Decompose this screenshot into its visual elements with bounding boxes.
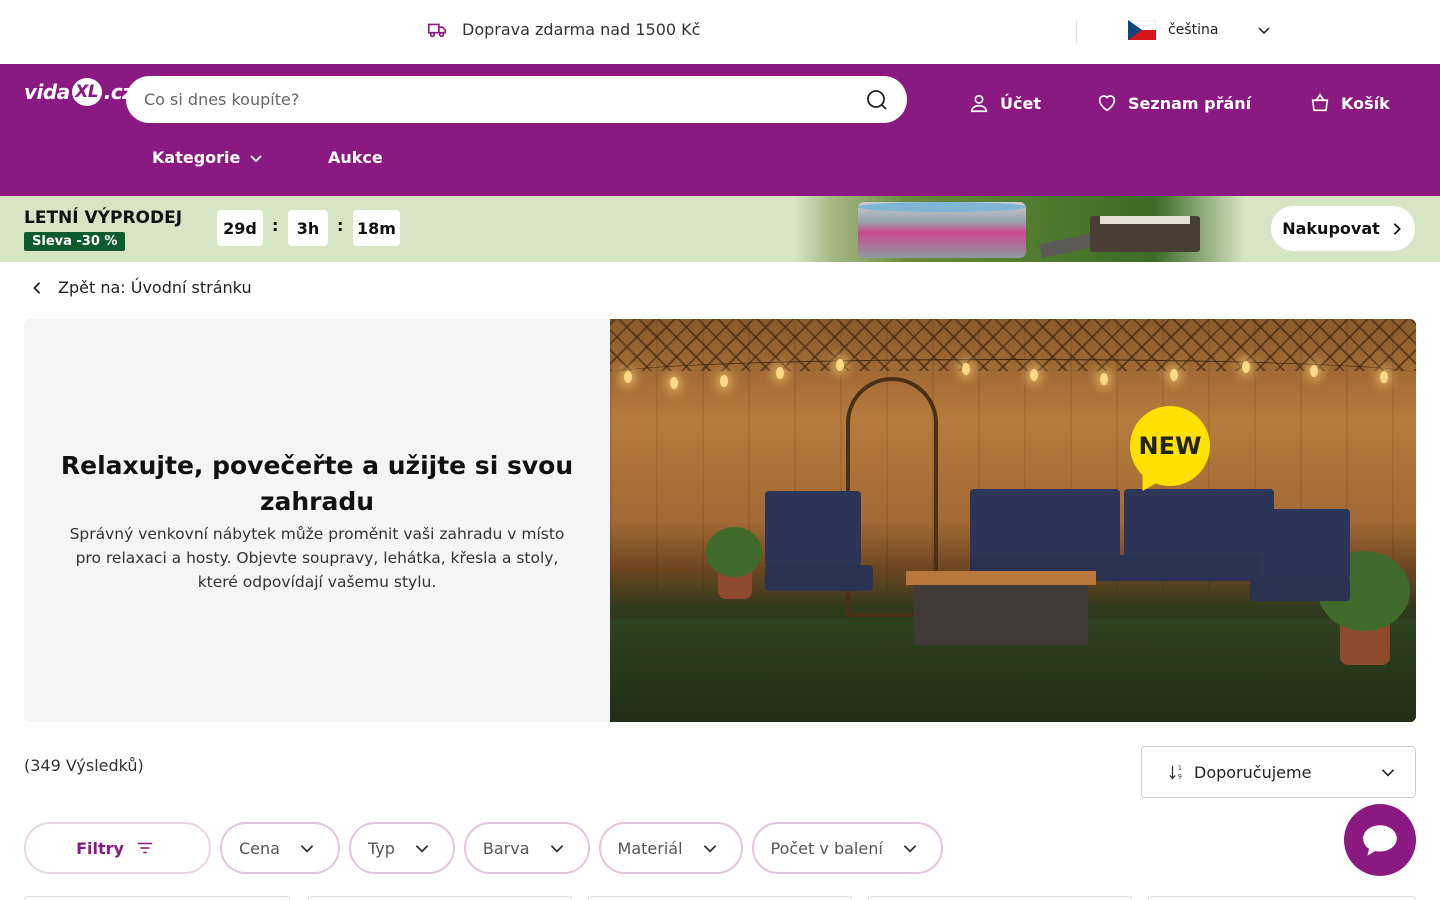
language-selector[interactable]: čeština: [1128, 20, 1272, 40]
product-card[interactable]: [868, 896, 1132, 900]
filter-price-label: Cena: [239, 838, 280, 858]
chevron-down-icon: [1258, 27, 1271, 35]
filter-color-label: Barva: [482, 838, 530, 858]
chevron-down-icon: [1381, 769, 1395, 777]
sort-icon: 19: [1169, 765, 1182, 780]
main-header: vidaXL.cz Účet Seznam přání Košík Katego…: [0, 64, 1440, 196]
search-bar: [126, 76, 907, 123]
chevron-down-icon: [250, 154, 263, 162]
chat-bubble-icon: [1363, 825, 1397, 856]
product-card[interactable]: [588, 896, 852, 900]
hero-garden-image: NEW: [610, 319, 1416, 722]
wishlist-label: Seznam přání: [1128, 93, 1252, 113]
heart-icon: [1098, 95, 1116, 112]
cart-label: Košík: [1341, 93, 1390, 113]
filter-bar: Filtry Cena Typ Barva Materiál Počet v b…: [24, 822, 943, 874]
sort-label: Doporučujeme: [1194, 762, 1312, 782]
filter-material-label: Materiál: [617, 838, 683, 858]
wishlist-link[interactable]: Seznam přání: [1096, 92, 1251, 114]
shopping-basket-icon: [1311, 93, 1329, 112]
product-card[interactable]: [308, 896, 572, 900]
delivery-truck-icon: [427, 23, 447, 38]
category-hero: Relaxujte, povečeřte a užijte si svou za…: [24, 319, 1416, 722]
search-input[interactable]: [144, 90, 865, 109]
hero-heading: Relaxujte, povečeřte a užijte si svou za…: [60, 450, 574, 516]
free-shipping-text: Doprava zdarma nad 1500 Kč: [462, 19, 701, 39]
summer-sale-banner[interactable]: LETNÍ VÝPRODEJ Sleva -30 % 29d : 3h : 18…: [0, 196, 1440, 262]
top-bar: Doprava zdarma nad 1500 Kč čeština: [0, 0, 1440, 64]
chevron-down-icon: [300, 845, 314, 853]
cart-link[interactable]: Košík: [1309, 92, 1390, 114]
product-card[interactable]: [24, 896, 290, 900]
chat-button[interactable]: [1344, 804, 1416, 876]
back-to-home-link[interactable]: Zpět na: Úvodní stránku: [30, 278, 252, 297]
promo-dining-set-image: [1090, 216, 1200, 252]
countdown-days: 29d: [217, 210, 263, 246]
chevron-right-icon: [1393, 222, 1401, 235]
results-count: (349 Výsledků): [24, 756, 144, 775]
vidaxl-logo[interactable]: vida XL .cz: [24, 78, 134, 106]
divider: [1076, 20, 1077, 44]
chevron-left-icon: [33, 281, 41, 294]
filters-label: Filtry: [76, 838, 124, 858]
account-label: Účet: [1000, 93, 1041, 113]
back-link-label: Zpět na: Úvodní stránku: [58, 278, 252, 297]
product-grid: [24, 896, 1416, 900]
filter-type-label: Typ: [367, 838, 395, 858]
free-shipping-notice: Doprava zdarma nad 1500 Kč: [426, 18, 700, 40]
nav-auctions[interactable]: Aukce: [328, 148, 383, 167]
czech-flag-icon: [1128, 20, 1156, 40]
filter-material[interactable]: Materiál: [598, 822, 743, 874]
svg-text:1: 1: [1178, 765, 1182, 772]
countdown-separator: :: [337, 216, 344, 235]
countdown-minutes: 18m: [353, 210, 400, 246]
filter-type[interactable]: Typ: [348, 822, 455, 874]
promo-pool-image: [858, 202, 1026, 258]
svg-text:9: 9: [1178, 773, 1182, 780]
chevron-down-icon: [703, 845, 716, 853]
hero-description: Správný venkovní nábytek může proměnit v…: [69, 524, 565, 591]
chevron-down-icon: [903, 845, 917, 853]
language-label: čeština: [1168, 22, 1219, 38]
nav-categories-label: Kategorie: [152, 148, 241, 167]
user-icon: [970, 94, 988, 113]
nav-categories[interactable]: Kategorie: [152, 148, 264, 167]
countdown-separator: :: [272, 216, 279, 235]
countdown-hours: 3h: [288, 210, 328, 246]
chevron-down-icon: [415, 845, 429, 853]
shop-now-button[interactable]: Nakupovat: [1271, 206, 1415, 251]
filter-pack-size[interactable]: Počet v balení: [751, 822, 943, 874]
account-link[interactable]: Účet: [968, 92, 1041, 114]
nav-auctions-label: Aukce: [328, 148, 383, 167]
sort-dropdown[interactable]: 19 Doporučujeme: [1141, 746, 1416, 798]
chevron-down-icon: [550, 845, 563, 853]
shop-now-label: Nakupovat: [1282, 219, 1380, 238]
filter-price[interactable]: Cena: [220, 822, 340, 874]
filters-button[interactable]: Filtry: [24, 822, 211, 874]
discount-badge: Sleva -30 %: [24, 232, 126, 251]
filter-pack-size-label: Počet v balení: [770, 838, 883, 858]
promo-title: LETNÍ VÝPRODEJ: [24, 208, 183, 228]
filter-color[interactable]: Barva: [463, 822, 590, 874]
filter-lines-icon: [137, 842, 153, 854]
hero-text-block: Relaxujte, povečeřte a užijte si svou za…: [24, 319, 610, 722]
new-badge: NEW: [1130, 406, 1210, 486]
product-card[interactable]: [1148, 896, 1416, 900]
search-icon[interactable]: [865, 88, 889, 112]
